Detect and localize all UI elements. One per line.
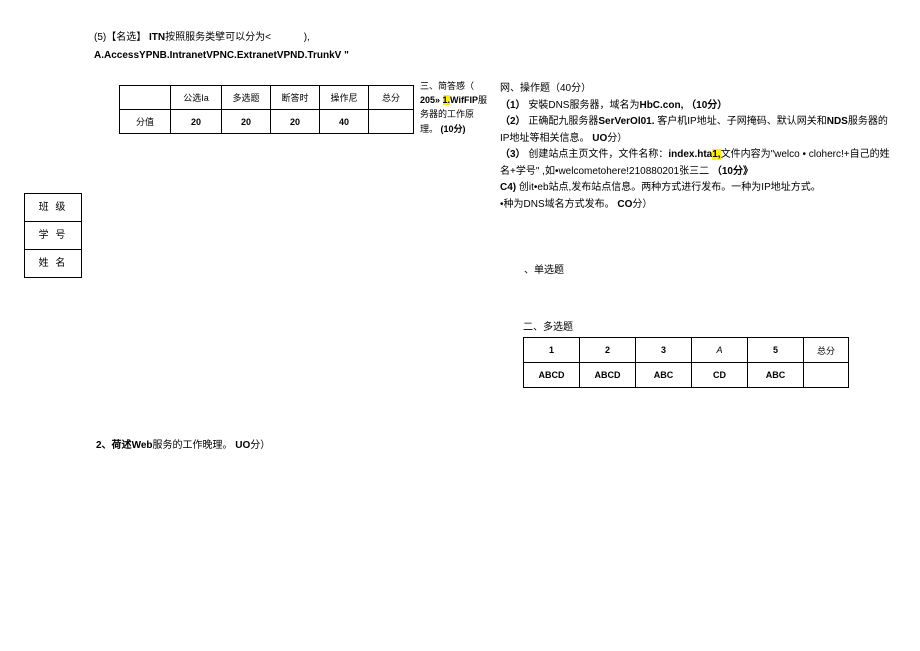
q2-c: 服务的工作晚理。 <box>153 440 233 451</box>
score-r1c2: 20 <box>171 110 222 134</box>
strip-id: 学 号 <box>25 222 81 250</box>
mc-h1: 1 <box>524 338 580 363</box>
op-l2c: HbC.con, <box>639 100 683 111</box>
q2-d: UO <box>235 440 250 451</box>
mc-answer-row: ABCD ABCD ABC CD ABC <box>524 363 849 388</box>
op-l3a: （2） <box>500 116 526 127</box>
mc-r6 <box>804 363 849 388</box>
op-l4e: 张三二 <box>679 166 709 177</box>
op-l3g: UO <box>592 133 607 144</box>
q5-prefix: (5)【名选】 <box>94 32 146 43</box>
score-r1c3: 20 <box>222 110 271 134</box>
op-l3d: 客户机IP地址、子网掩码、默认网关和 <box>657 116 826 127</box>
mc-h5: 5 <box>748 338 804 363</box>
op-l5a: C4) <box>500 182 516 193</box>
op-l5b: 创it•eb站点,发布站点信息。两种方式进行发布。一种为IP地址方式。 <box>519 182 821 193</box>
mc-h6: 总分 <box>804 338 849 363</box>
mc-h2: 2 <box>580 338 636 363</box>
op-l2b: 安裝DNS服务器，域名为 <box>528 100 639 111</box>
score-r1c4: 20 <box>271 110 320 134</box>
mc-r1: ABCD <box>524 363 580 388</box>
q2-e: 分） <box>250 440 270 451</box>
single-choice-heading: 、单选题 <box>524 261 564 276</box>
score-h2: 多选题 <box>222 86 271 110</box>
score-r1c1: 分值 <box>120 110 171 134</box>
score-header-row: 公选Ia 多选题 断答时 操作尼 总分 <box>120 86 414 110</box>
score-h5: 总分 <box>369 86 414 110</box>
op-l4c: index.hta <box>668 149 712 160</box>
op-l1: 网、操作题（40分） <box>500 81 890 98</box>
mc-r2: ABCD <box>580 363 636 388</box>
multi-choice-table: 1 2 3 A 5 总分 ABCD ABCD ABC CD ABC <box>523 337 849 388</box>
question-2: 2、荷述Web服务的工作晚理。 UO分） <box>96 436 270 451</box>
mc-header-row: 1 2 3 A 5 总分 <box>524 338 849 363</box>
op-l3b: 正确配九服务器 <box>528 116 598 127</box>
section-3-shortanswer: 三、简答感（ 205» 1.WifFIP服务器的工作原理。 (10分) <box>420 79 488 136</box>
score-h4: 操作尼 <box>320 86 369 110</box>
op-l3h: 分） <box>607 133 627 144</box>
op-l4a: （3） <box>500 149 526 160</box>
strip-name: 姓 名 <box>25 250 81 277</box>
multi-choice-heading: 二、多选题 <box>523 318 573 333</box>
q5-paren: ), <box>304 32 310 43</box>
mc-h4: A <box>692 338 748 363</box>
score-value-row: 分值 20 20 20 40 <box>120 110 414 134</box>
op-l6a: •种为DNS域名方式发布。 <box>500 199 615 210</box>
op-l4b: 创建站点主页文件，文件名称： <box>528 149 668 160</box>
q5-middle: 按照服务类擘可以分为< <box>165 32 271 43</box>
op-l4hl: 1, <box>712 149 720 160</box>
op-l2a: （1） <box>500 100 526 111</box>
s3-a: 三、简答感（ <box>420 81 474 91</box>
strip-class: 班 级 <box>25 194 81 222</box>
question-5: (5)【名选】 ITN按照服务类擘可以分为< ), A.AccessYPNB.I… <box>94 30 349 66</box>
s3-b-hl: 1. <box>443 95 451 105</box>
op-l6b: CO <box>617 199 632 210</box>
op-l3c: SerVerOl01. <box>598 116 654 127</box>
s3-b-pre: 205» <box>420 95 443 105</box>
mc-r5: ABC <box>748 363 804 388</box>
q5-itn: ITN <box>149 32 165 43</box>
q2-a: 2、荷述 <box>96 440 132 451</box>
score-table: 公选Ia 多选题 断答时 操作尼 总分 分值 20 20 20 40 <box>119 85 414 134</box>
operation-section: 网、操作题（40分） （1） 安裝DNS服务器，域名为HbC.con, （10分… <box>500 81 890 213</box>
op-l6c: 分） <box>632 199 652 210</box>
mc-r4: CD <box>692 363 748 388</box>
score-r1c5: 40 <box>320 110 369 134</box>
student-info-strip: 班 级 学 号 姓 名 <box>24 193 82 278</box>
op-l4f: （10分》 <box>712 166 753 177</box>
mc-h3: 3 <box>636 338 692 363</box>
q5-options: A.AccessYPNB.IntranetVPNC.ExtranetVPND.T… <box>94 48 349 64</box>
s3-b-post: WifFIP <box>450 95 478 105</box>
score-r1c6 <box>369 110 414 134</box>
score-h1: 公选Ia <box>171 86 222 110</box>
q2-b: Web <box>132 440 153 451</box>
s3-d: (10分) <box>441 124 466 134</box>
op-l3e: NDS <box>827 116 848 127</box>
op-l2d: （10分） <box>686 100 727 111</box>
mc-r3: ABC <box>636 363 692 388</box>
score-h3: 断答时 <box>271 86 320 110</box>
